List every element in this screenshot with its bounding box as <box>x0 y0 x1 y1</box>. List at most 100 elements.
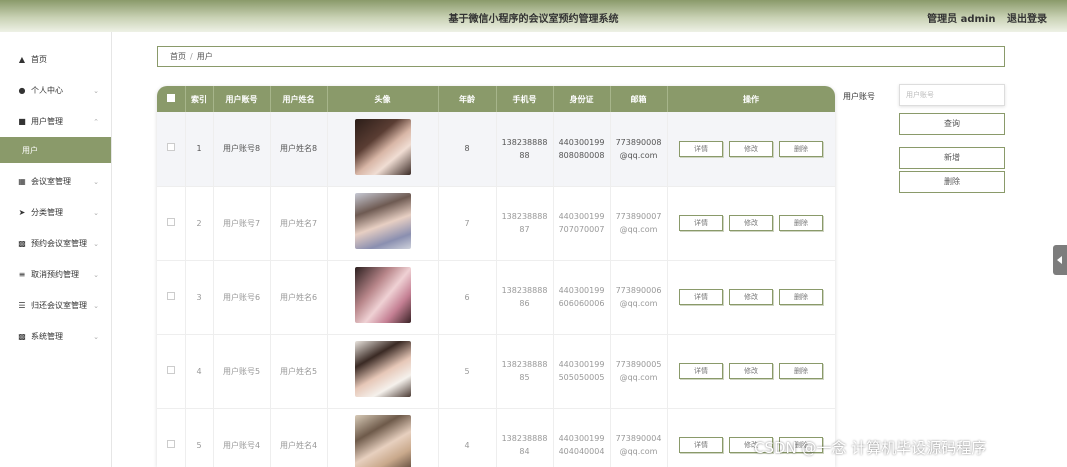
table-row: 5 用户账号4 用户姓名4 4 138238888 84 440300199 404… <box>157 408 835 467</box>
sidebar-item-label: 首页 <box>31 55 47 64</box>
cell-account: 用户账号8 <box>213 112 271 186</box>
detail-button[interactable]: 详情 <box>679 363 723 379</box>
edit-button[interactable]: 修改 <box>729 215 773 231</box>
chevron-down-icon: ⌄ <box>93 332 99 341</box>
id-part2: 404040004 <box>558 447 605 456</box>
cell-actions: 详情 修改 删除 <box>667 260 835 334</box>
email-part1: 773890006 <box>615 286 662 295</box>
cell-name: 用户姓名7 <box>270 186 328 260</box>
email-part1: 773890004 <box>615 434 662 443</box>
row-checkbox[interactable] <box>166 365 175 374</box>
add-button[interactable]: 新增 <box>899 147 1005 169</box>
user-area: 管理员 admin 退出登录 <box>919 10 1047 25</box>
sidebar-item-user-management[interactable]: ■ 用户管理 ⌃ <box>0 106 111 137</box>
sidebar: ▲ 首页 ● 个人中心 ⌄ ■ 用户管理 ⌃ 用户 ▦ 会议室管理 ⌄ ➤ 分类… <box>0 32 112 467</box>
collapse-handle[interactable] <box>1053 245 1067 275</box>
sidebar-item-system[interactable]: ▩ 系统管理 ⌄ <box>0 321 111 352</box>
chevron-down-icon: ⌄ <box>93 239 99 248</box>
cell-phone: 138238888 87 <box>496 186 554 260</box>
watermark: CSDN @一念 计算机毕设源码程序 <box>754 439 987 457</box>
delete-button[interactable]: 删除 <box>779 140 823 157</box>
avatar <box>354 118 411 175</box>
cell-phone: 138238888 84 <box>496 408 554 467</box>
row-checkbox-cell <box>157 260 186 334</box>
detail-button[interactable]: 详情 <box>679 215 723 231</box>
avatar <box>354 341 411 397</box>
sidebar-item-cancel-booking[interactable]: ≡ 取消预约管理 ⌄ <box>0 259 111 290</box>
logout-link[interactable]: 退出登录 <box>1007 14 1047 25</box>
app-title: 基于微信小程序的会议室预约管理系统 <box>448 14 619 25</box>
search-account-input[interactable] <box>899 84 1005 106</box>
row-checkbox[interactable] <box>166 217 175 226</box>
avatar <box>354 415 411 467</box>
sidebar-subitem-users[interactable]: 用户 <box>0 137 111 163</box>
avatar <box>354 267 411 323</box>
sidebar-item-meeting-room[interactable]: ▦ 会议室管理 ⌄ <box>0 166 111 197</box>
email-part2: @qq.com <box>619 373 658 382</box>
cell-email: 773890005 @qq.com <box>610 334 668 408</box>
table-header-row: 索引 用户账号 用户姓名 头像 年龄 手机号 身份证 邮箱 操作 <box>157 86 835 112</box>
edit-button[interactable]: 修改 <box>729 140 773 157</box>
delete-button[interactable]: 删除 <box>779 215 823 231</box>
cell-id-card: 440300199 808080008 <box>553 112 611 186</box>
phone-part1: 138238888 <box>501 286 548 295</box>
cell-index: 4 <box>185 334 214 408</box>
cell-index: 5 <box>185 408 214 467</box>
sidebar-item-booking[interactable]: ▩ 预约会议室管理 ⌄ <box>0 228 111 259</box>
sidebar-item-profile[interactable]: ● 个人中心 ⌄ <box>0 75 111 106</box>
row-checkbox[interactable] <box>166 143 175 152</box>
cell-avatar <box>327 260 439 334</box>
edit-button[interactable]: 修改 <box>729 289 773 305</box>
sidebar-item-label: 会议室管理 <box>31 177 71 186</box>
cell-phone: 138238888 86 <box>496 260 554 334</box>
id-part2: 707070007 <box>558 225 605 234</box>
phone-part2: 84 <box>519 447 530 456</box>
home-icon: ▲ <box>18 55 26 64</box>
select-all-checkbox[interactable] <box>166 94 175 102</box>
detail-button[interactable]: 详情 <box>679 289 723 305</box>
blocks-icon: ▩ <box>18 239 26 248</box>
table-row: 3 用户账号6 用户姓名6 6 138238888 86 440300199 606… <box>157 260 835 334</box>
cell-name: 用户姓名4 <box>270 408 328 467</box>
row-checkbox-cell <box>157 112 186 186</box>
sidebar-item-label: 分类管理 <box>31 208 63 217</box>
column-header-email: 邮箱 <box>610 86 668 112</box>
cell-index: 2 <box>185 186 214 260</box>
id-part1: 440300199 <box>558 286 605 295</box>
cell-age: 7 <box>438 186 497 260</box>
email-part2: @qq.com <box>619 150 658 160</box>
sidebar-item-label: 预约会议室管理 <box>31 239 87 248</box>
cell-age: 6 <box>438 260 497 334</box>
cell-account: 用户账号4 <box>213 408 271 467</box>
detail-button[interactable]: 详情 <box>679 437 723 453</box>
row-checkbox[interactable] <box>166 291 175 300</box>
detail-button[interactable]: 详情 <box>679 140 723 157</box>
breadcrumb-separator: / <box>190 52 193 61</box>
list-icon: ☰ <box>18 301 26 310</box>
batch-delete-button[interactable]: 删除 <box>899 171 1005 193</box>
sidebar-item-label: 用户 <box>22 145 38 155</box>
phone-part2: 87 <box>519 225 530 234</box>
sidebar-item-return-room[interactable]: ☰ 归还会议室管理 ⌄ <box>0 290 111 321</box>
edit-button[interactable]: 修改 <box>729 363 773 379</box>
column-header-phone: 手机号 <box>496 86 554 112</box>
id-part2: 808080008 <box>558 150 605 160</box>
row-checkbox-cell <box>157 334 186 408</box>
cell-age: 4 <box>438 408 497 467</box>
cell-email: 773890006 @qq.com <box>610 260 668 334</box>
top-header: 基于微信小程序的会议室预约管理系统 管理员 admin 退出登录 <box>0 0 1067 32</box>
table-row: 4 用户账号5 用户姓名5 5 138238888 85 440300199 505… <box>157 334 835 408</box>
row-checkbox-cell <box>157 408 186 467</box>
delete-button[interactable]: 删除 <box>779 289 823 305</box>
breadcrumb: 首页 / 用户 <box>157 46 1005 67</box>
sidebar-item-home[interactable]: ▲ 首页 <box>0 44 111 75</box>
query-button[interactable]: 查询 <box>899 113 1005 135</box>
cell-actions: 详情 修改 删除 <box>667 112 835 186</box>
sidebar-item-label: 取消预约管理 <box>31 270 79 279</box>
search-account-label: 用户账号 <box>843 92 875 101</box>
breadcrumb-home[interactable]: 首页 <box>170 51 186 62</box>
sidebar-item-category[interactable]: ➤ 分类管理 ⌄ <box>0 197 111 228</box>
delete-button[interactable]: 删除 <box>779 363 823 379</box>
row-checkbox[interactable] <box>166 439 175 448</box>
cell-avatar <box>327 408 439 467</box>
